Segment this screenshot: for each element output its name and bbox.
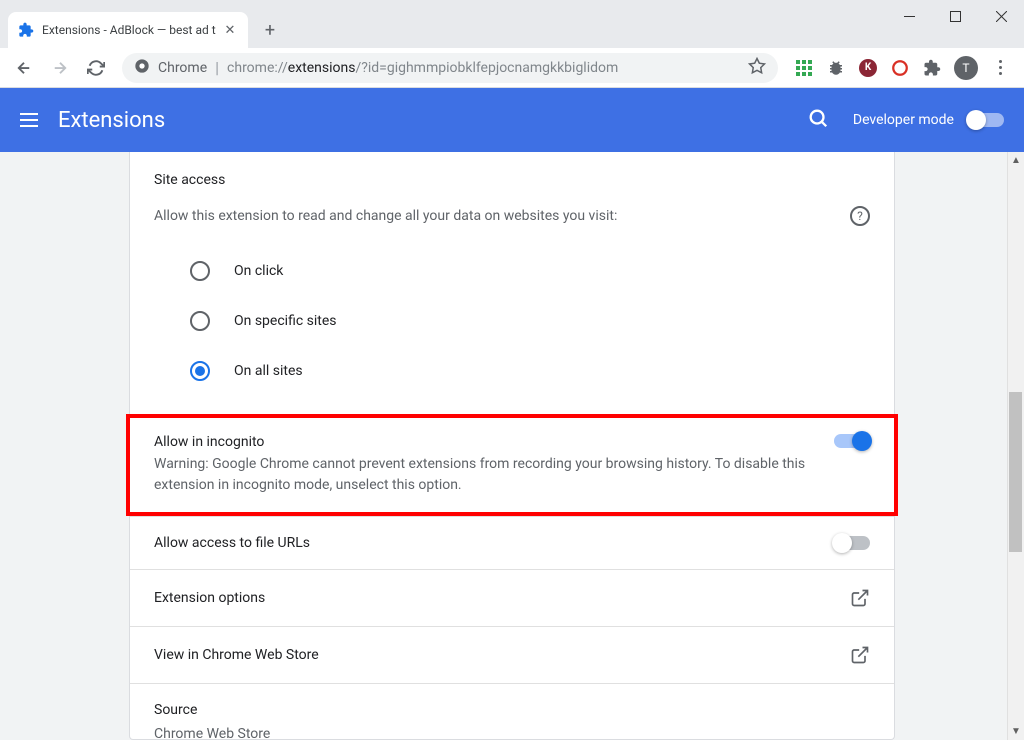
developer-mode-label: Developer mode xyxy=(853,112,954,128)
source-value: Chrome Web Store xyxy=(154,724,270,740)
extension-options-row[interactable]: Extension options xyxy=(130,569,894,626)
scroll-up-icon[interactable]: ▲ xyxy=(1008,152,1024,169)
close-button[interactable] xyxy=(978,0,1024,32)
maximize-button[interactable] xyxy=(932,0,978,32)
launch-icon xyxy=(850,588,870,608)
window-titlebar: Extensions - AdBlock — best ad t ✕ + xyxy=(0,0,1024,48)
incognito-title: Allow in incognito xyxy=(154,434,814,450)
ext-icon-grid[interactable] xyxy=(794,58,814,78)
ext-icon-o[interactable] xyxy=(890,58,910,78)
search-icon[interactable] xyxy=(807,107,829,133)
site-access-radio-group: On click On specific sites On all sites xyxy=(154,246,870,396)
file-urls-title: Allow access to file URLs xyxy=(154,535,310,551)
ext-icon-bug[interactable] xyxy=(826,58,846,78)
window-controls xyxy=(886,0,1024,32)
radio-icon xyxy=(190,311,210,331)
scroll-thumb[interactable] xyxy=(1009,392,1022,552)
radio-icon xyxy=(190,261,210,281)
extensions-header: Extensions Developer mode xyxy=(0,88,1024,152)
radio-on-click[interactable]: On click xyxy=(190,246,870,296)
radio-label: On specific sites xyxy=(234,313,337,329)
new-tab-button[interactable]: + xyxy=(256,16,284,44)
page-title: Extensions xyxy=(58,108,807,133)
minimize-button[interactable] xyxy=(886,0,932,32)
source-title: Source xyxy=(154,702,197,718)
web-store-title: View in Chrome Web Store xyxy=(154,647,319,663)
radio-label: On all sites xyxy=(234,363,303,379)
tab-title: Extensions - AdBlock — best ad t xyxy=(42,23,222,37)
bookmark-icon[interactable] xyxy=(748,57,766,79)
vertical-scrollbar[interactable]: ▲ ▼ xyxy=(1007,152,1024,740)
file-urls-toggle[interactable] xyxy=(834,536,870,550)
reload-button[interactable] xyxy=(80,52,112,84)
hamburger-icon[interactable] xyxy=(20,113,38,127)
close-icon[interactable]: ✕ xyxy=(222,22,238,38)
radio-specific-sites[interactable]: On specific sites xyxy=(190,296,870,346)
incognito-toggle[interactable] xyxy=(834,434,870,448)
site-access-desc: Allow this extension to read and change … xyxy=(154,208,617,224)
scroll-down-icon[interactable]: ▼ xyxy=(1008,723,1024,740)
extension-detail-card: Site access Allow this extension to read… xyxy=(129,152,895,740)
omnibox-url: chrome://extensions/?id=gighmmpiobklfepj… xyxy=(227,60,618,76)
omnibox-prefix: Chrome xyxy=(158,60,207,76)
launch-icon xyxy=(850,645,870,665)
toolbar-extension-icons: K T xyxy=(788,56,1016,80)
web-store-row[interactable]: View in Chrome Web Store xyxy=(130,626,894,683)
radio-icon xyxy=(190,361,210,381)
incognito-section: Allow in incognito Warning: Google Chrom… xyxy=(126,414,898,516)
profile-avatar[interactable]: T xyxy=(954,56,978,80)
omnibox-separator: | xyxy=(215,58,219,77)
radio-label: On click xyxy=(234,263,283,279)
source-row: Source Chrome Web Store xyxy=(130,683,894,740)
site-access-title: Site access xyxy=(154,172,870,188)
kebab-menu-icon[interactable] xyxy=(990,58,1010,78)
content-area: Site access Allow this extension to read… xyxy=(0,152,1024,740)
chrome-icon xyxy=(134,58,150,78)
back-button[interactable] xyxy=(8,52,40,84)
developer-mode-toggle[interactable] xyxy=(968,113,1004,127)
help-icon[interactable]: ? xyxy=(850,206,870,226)
puzzle-icon xyxy=(18,22,34,38)
incognito-desc: Warning: Google Chrome cannot prevent ex… xyxy=(154,454,814,496)
ext-icon-k[interactable]: K xyxy=(858,58,878,78)
browser-tab[interactable]: Extensions - AdBlock — best ad t ✕ xyxy=(8,12,248,48)
extension-options-title: Extension options xyxy=(154,590,265,606)
file-urls-row: Allow access to file URLs xyxy=(130,516,894,569)
forward-button[interactable] xyxy=(44,52,76,84)
address-bar[interactable]: Chrome | chrome://extensions/?id=gighmmp… xyxy=(122,53,778,83)
radio-all-sites[interactable]: On all sites xyxy=(190,346,870,396)
extensions-icon[interactable] xyxy=(922,58,942,78)
browser-toolbar: Chrome | chrome://extensions/?id=gighmmp… xyxy=(0,48,1024,88)
